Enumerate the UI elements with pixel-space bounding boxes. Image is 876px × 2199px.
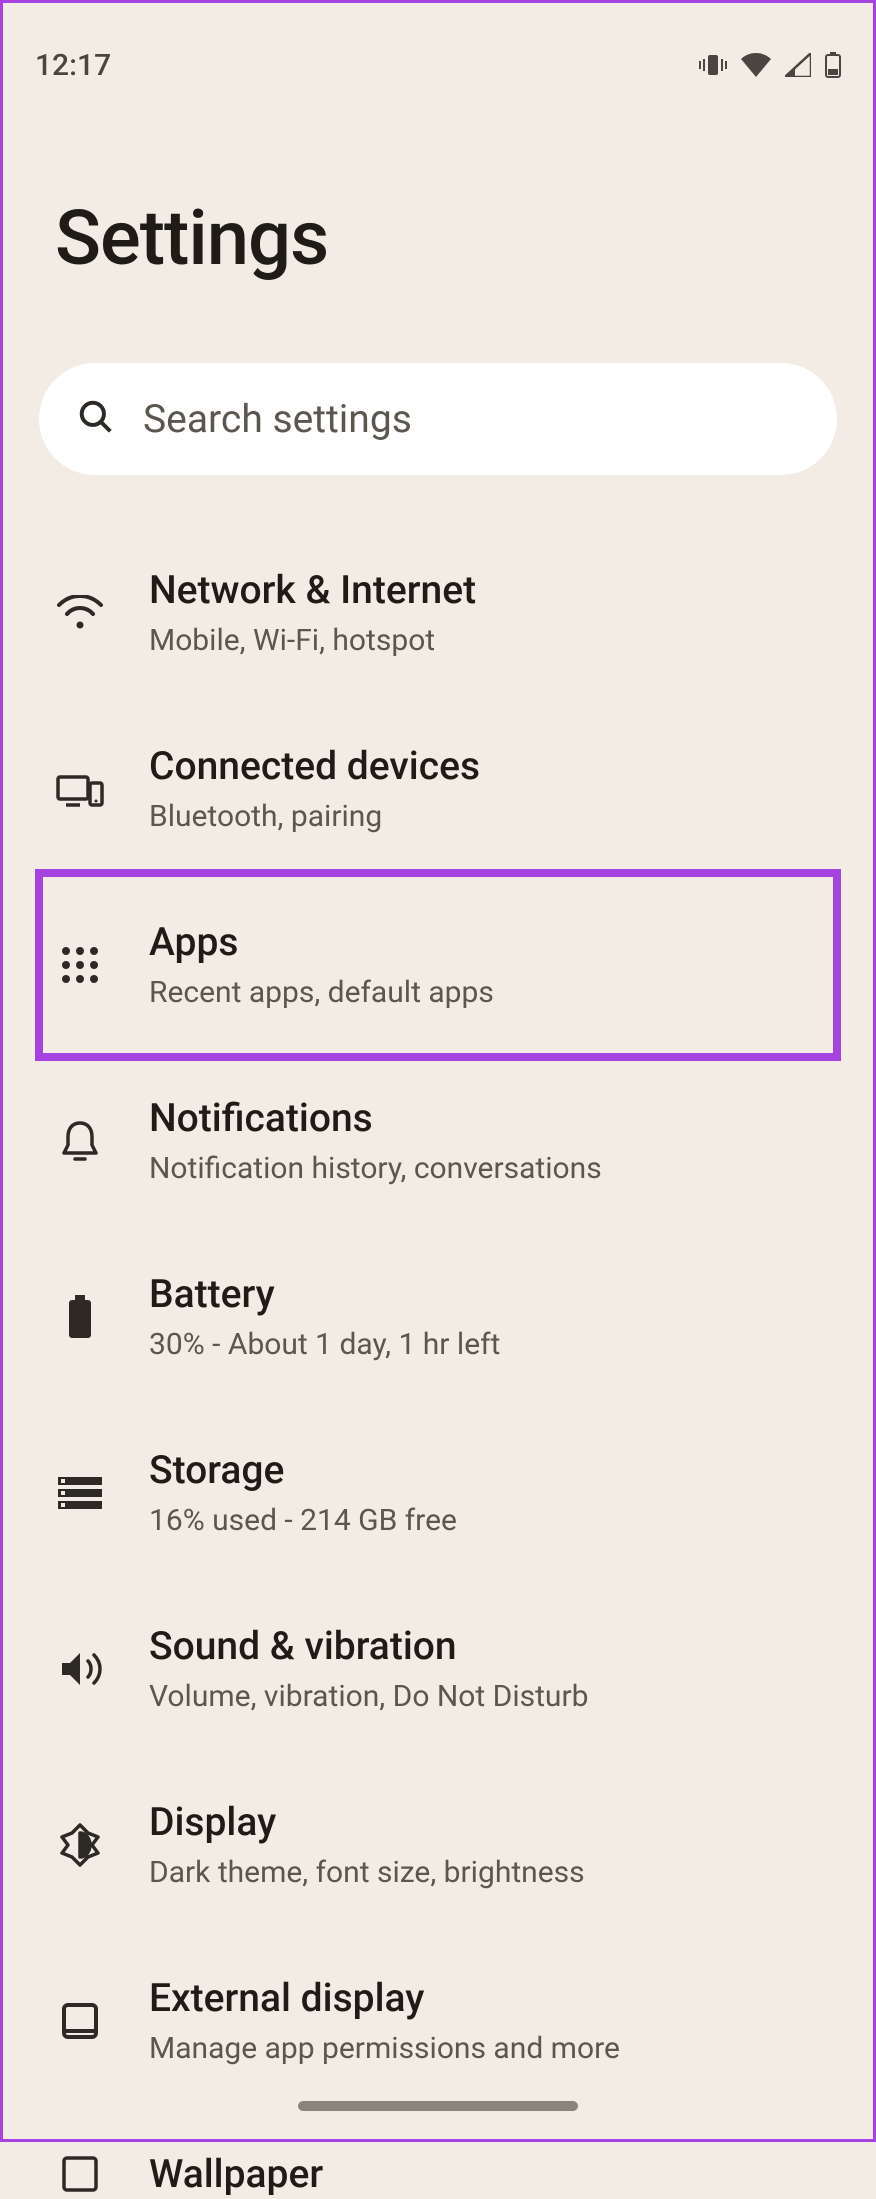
signal-icon	[785, 53, 811, 77]
item-subtitle: 16% used - 214 GB free	[149, 1501, 829, 1540]
search-input[interactable]: Search settings	[39, 363, 837, 475]
vibrate-icon	[699, 53, 727, 77]
item-title: Storage	[149, 1446, 829, 1495]
settings-item-connected-devices[interactable]: Connected devices Bluetooth, pairing	[3, 701, 873, 877]
item-title: Apps	[149, 918, 829, 967]
apps-grid-icon	[55, 940, 105, 990]
battery-icon	[55, 1292, 105, 1342]
item-subtitle: Bluetooth, pairing	[149, 797, 829, 836]
settings-item-apps[interactable]: Apps Recent apps, default apps	[3, 877, 873, 1053]
settings-item-battery[interactable]: Battery 30% - About 1 day, 1 hr left	[3, 1229, 873, 1405]
status-icons	[699, 52, 841, 78]
settings-item-display[interactable]: Display Dark theme, font size, brightnes…	[3, 1757, 873, 1933]
settings-item-external-display[interactable]: External display Manage app permissions …	[3, 1933, 873, 2109]
item-subtitle: 30% - About 1 day, 1 hr left	[149, 1325, 829, 1364]
wifi-icon	[741, 53, 771, 77]
item-title: Display	[149, 1798, 829, 1847]
item-title: Battery	[149, 1270, 829, 1319]
gesture-nav-bar[interactable]	[298, 2101, 578, 2111]
wallpaper-icon	[55, 2149, 105, 2199]
item-title: External display	[149, 1974, 829, 2023]
item-subtitle: Notification history, conversations	[149, 1149, 829, 1188]
storage-icon	[55, 1468, 105, 1518]
settings-list: Network & Internet Mobile, Wi-Fi, hotspo…	[3, 475, 873, 2199]
page-title: Settings	[3, 103, 873, 283]
item-title: Network & Internet	[149, 566, 829, 615]
sound-icon	[55, 1644, 105, 1694]
devices-icon	[55, 764, 105, 814]
item-title: Sound & vibration	[149, 1622, 829, 1671]
item-title: Notifications	[149, 1094, 829, 1143]
item-subtitle: Volume, vibration, Do Not Disturb	[149, 1677, 829, 1716]
external-display-icon	[55, 1996, 105, 2046]
display-icon	[55, 1820, 105, 1870]
settings-item-notifications[interactable]: Notifications Notification history, conv…	[3, 1053, 873, 1229]
settings-item-wallpaper[interactable]: Wallpaper	[3, 2109, 873, 2199]
settings-item-storage[interactable]: Storage 16% used - 214 GB free	[3, 1405, 873, 1581]
settings-item-network[interactable]: Network & Internet Mobile, Wi-Fi, hotspo…	[3, 525, 873, 701]
wifi-icon	[55, 588, 105, 638]
battery-status-icon	[825, 52, 841, 78]
item-subtitle: Recent apps, default apps	[149, 973, 829, 1012]
status-bar: 12:17	[3, 3, 873, 103]
item-title: Connected devices	[149, 742, 829, 791]
item-subtitle: Mobile, Wi-Fi, hotspot	[149, 621, 829, 660]
settings-item-sound[interactable]: Sound & vibration Volume, vibration, Do …	[3, 1581, 873, 1757]
item-subtitle: Manage app permissions and more	[149, 2029, 829, 2068]
bell-icon	[55, 1116, 105, 1166]
status-time: 12:17	[35, 48, 111, 83]
search-placeholder: Search settings	[143, 396, 412, 442]
search-icon	[77, 398, 115, 440]
item-subtitle: Dark theme, font size, brightness	[149, 1853, 829, 1892]
item-title: Wallpaper	[149, 2150, 829, 2199]
